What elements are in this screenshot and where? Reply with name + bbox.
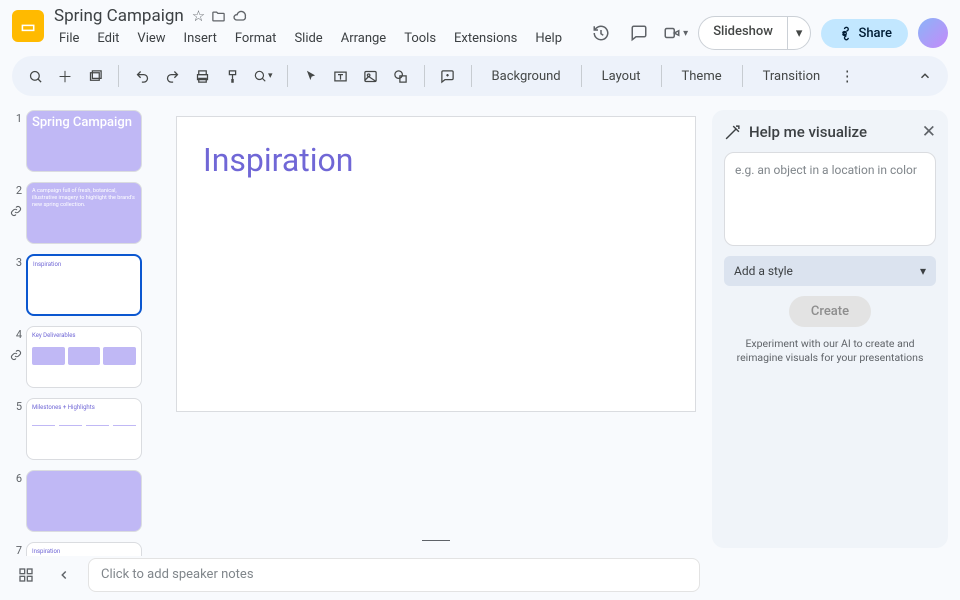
title-bar: ▭ Spring Campaign ☆ File Edit View Inser…: [0, 0, 960, 50]
thumb-row[interactable]: 7 Inspiration: [10, 542, 156, 556]
textbox-icon[interactable]: [328, 63, 354, 89]
thumb-slide-1[interactable]: Spring Campaign: [26, 110, 142, 172]
thumb-heading: Milestones + Highlights: [32, 404, 136, 411]
comment-insert-icon[interactable]: [435, 63, 461, 89]
menu-tools[interactable]: Tools: [397, 28, 443, 49]
redo-icon[interactable]: [159, 63, 185, 89]
thumb-heading: Inspiration: [32, 548, 136, 555]
thumb-num: 1: [10, 110, 22, 172]
thumb-row[interactable]: 6: [10, 470, 156, 532]
slide-heading[interactable]: Inspiration: [203, 141, 669, 179]
account-avatar[interactable]: [918, 18, 948, 48]
thumb-row[interactable]: 3 Inspiration: [10, 254, 156, 316]
menu-help[interactable]: Help: [528, 28, 569, 49]
close-icon[interactable]: ✕: [922, 122, 936, 142]
side-title: Help me visualize: [749, 123, 867, 141]
thumb-heading: Inspiration: [33, 261, 135, 268]
zoom-icon[interactable]: ▾: [249, 63, 277, 89]
style-dropdown[interactable]: Add a style ▾: [724, 256, 936, 286]
theme-button[interactable]: Theme: [672, 69, 732, 84]
select-tool-icon[interactable]: [298, 63, 324, 89]
main-area: 1 Spring Campaign 2 A campaign full of f…: [0, 102, 960, 556]
cloud-status-icon[interactable]: [232, 8, 248, 24]
new-slide-templates-icon[interactable]: [82, 63, 108, 89]
transition-button[interactable]: Transition: [753, 69, 831, 84]
menu-slide[interactable]: Slide: [287, 28, 329, 49]
slides-app-icon[interactable]: ▭: [12, 10, 44, 42]
slideshow-caret[interactable]: ▾: [787, 17, 811, 49]
sparkle-icon: [724, 124, 741, 141]
speaker-notes-input[interactable]: Click to add speaker notes: [88, 558, 700, 592]
thumb-row[interactable]: 2 A campaign full of fresh, botanical, i…: [10, 182, 156, 244]
menu-extensions[interactable]: Extensions: [447, 28, 524, 49]
menu-bar: File Edit View Insert Format Slide Arran…: [52, 28, 579, 49]
menu-insert[interactable]: Insert: [177, 28, 224, 49]
share-button[interactable]: Share: [821, 19, 908, 48]
thumb-row[interactable]: 5 Milestones + Highlights: [10, 398, 156, 460]
share-label: Share: [858, 26, 892, 41]
video-call-icon[interactable]: ▾: [663, 19, 688, 47]
image-icon[interactable]: [358, 63, 384, 89]
menu-arrange[interactable]: Arrange: [334, 28, 393, 49]
thumb-slide-2[interactable]: A campaign full of fresh, botanical, ill…: [26, 182, 142, 244]
prompt-input[interactable]: [724, 152, 936, 246]
menu-view[interactable]: View: [130, 28, 172, 49]
search-menus-icon[interactable]: [22, 63, 48, 89]
prev-slide-icon[interactable]: [50, 561, 78, 589]
canvas-area: Inspiration: [160, 102, 712, 556]
link-icon[interactable]: [10, 205, 22, 217]
thumb-num: 2: [10, 182, 22, 197]
thumb-slide-6[interactable]: [26, 470, 142, 532]
thumb-slide-3[interactable]: Inspiration: [26, 254, 142, 316]
slideshow-label[interactable]: Slideshow: [699, 17, 787, 49]
doc-title[interactable]: Spring Campaign: [52, 6, 186, 26]
toolbar-collapse-icon[interactable]: [912, 63, 938, 89]
link-icon[interactable]: [10, 349, 22, 361]
help-visualize-panel: Help me visualize ✕ Add a style ▾ Create…: [712, 110, 948, 548]
thumb-slide-4[interactable]: Key Deliverables: [26, 326, 142, 388]
thumb-num: 5: [10, 398, 22, 460]
thumb-slide-7[interactable]: Inspiration: [26, 542, 142, 556]
print-icon[interactable]: [189, 63, 215, 89]
slideshow-button[interactable]: Slideshow ▾: [698, 16, 811, 50]
shape-icon[interactable]: [388, 63, 414, 89]
undo-icon[interactable]: [129, 63, 155, 89]
background-button[interactable]: Background: [482, 69, 571, 84]
explore-icon[interactable]: [12, 561, 40, 589]
create-button[interactable]: Create: [789, 296, 871, 327]
side-hint: Experiment with our AI to create and rei…: [724, 337, 936, 364]
paint-format-icon[interactable]: [219, 63, 245, 89]
comment-icon[interactable]: [625, 19, 653, 47]
slide-canvas[interactable]: Inspiration: [176, 116, 696, 412]
thumb-title: Spring Campaign: [32, 116, 136, 130]
menu-file[interactable]: File: [52, 28, 86, 49]
chevron-down-icon: ▾: [920, 264, 926, 278]
bottom-bar: Click to add speaker notes: [0, 556, 960, 600]
thumb-num: 7: [10, 542, 22, 556]
thumb-num: 3: [10, 254, 22, 316]
thumb-row[interactable]: 4 Key Deliverables: [10, 326, 156, 388]
thumb-heading: Key Deliverables: [32, 332, 136, 339]
menu-edit[interactable]: Edit: [90, 28, 126, 49]
thumb-row[interactable]: 1 Spring Campaign: [10, 110, 156, 172]
thumb-slide-5[interactable]: Milestones + Highlights: [26, 398, 142, 460]
doc-title-row: Spring Campaign ☆: [52, 6, 579, 26]
new-slide-icon[interactable]: ＋: [52, 63, 78, 89]
thumb-num: 6: [10, 470, 22, 532]
style-label: Add a style: [734, 264, 793, 278]
toolbar-more-icon[interactable]: ⋮: [834, 63, 860, 89]
notes-resize-handle[interactable]: [422, 540, 450, 544]
toolbar: ＋ ▾ Background Layout Theme Transition ⋮: [12, 56, 948, 96]
star-icon[interactable]: ☆: [192, 7, 205, 25]
history-icon[interactable]: [587, 19, 615, 47]
layout-button[interactable]: Layout: [592, 69, 651, 84]
move-folder-icon[interactable]: [211, 9, 226, 24]
thumb-body: A campaign full of fresh, botanical, ill…: [32, 188, 136, 209]
slide-thumbnail-panel[interactable]: 1 Spring Campaign 2 A campaign full of f…: [0, 102, 160, 556]
thumb-num: 4: [10, 326, 22, 341]
menu-format[interactable]: Format: [228, 28, 284, 49]
